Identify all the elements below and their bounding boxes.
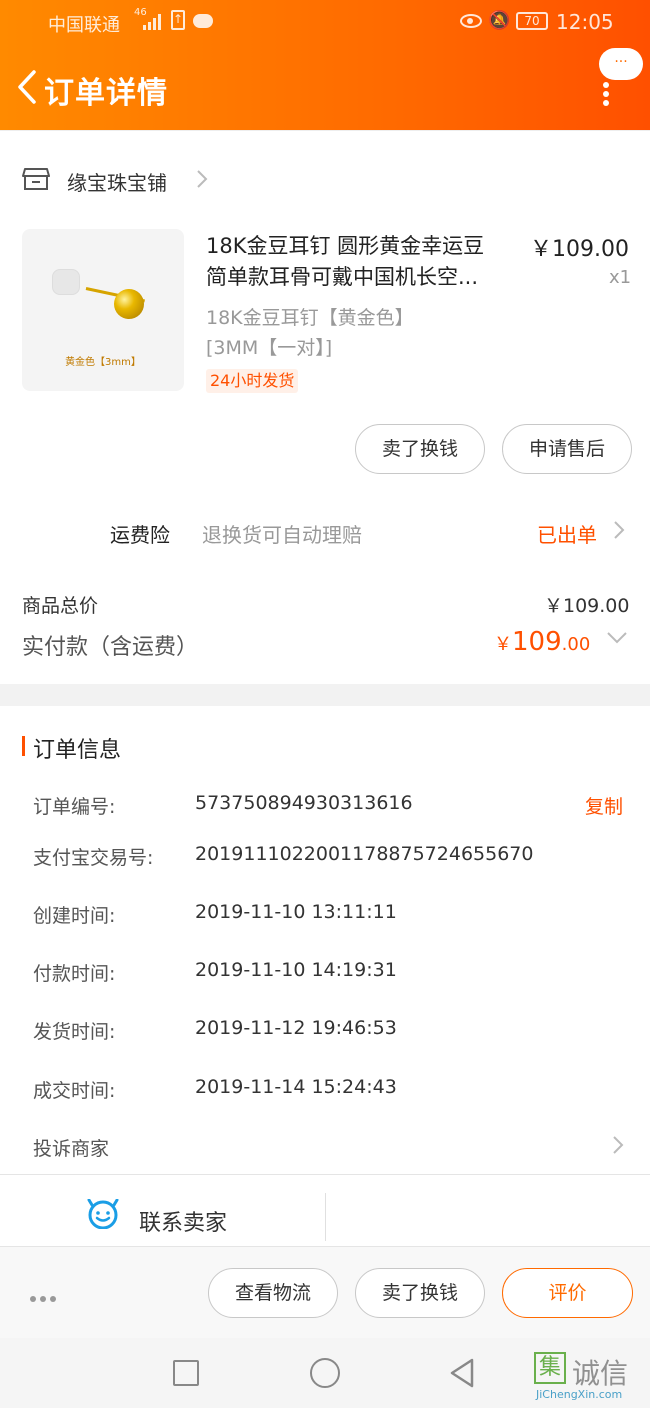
order-number-value: 573750894930313616 <box>195 792 413 814</box>
shipping-badge: 24小时发货 <box>206 369 299 393</box>
page-title: 订单详情 <box>44 76 168 111</box>
watermark-url: JiChengXin.com <box>536 1388 623 1401</box>
paid-time-value: 2019-11-10 14:19:31 <box>195 959 397 981</box>
sell-for-cash-button[interactable]: 卖了换钱 <box>355 424 485 474</box>
shipped-time-value: 2019-11-12 19:46:53 <box>195 1017 397 1039</box>
paid-amount-label: 实付款（含运费） <box>22 635 199 660</box>
header: 中国联通 46 ↑ 🔕 70 12:05 订单详情 ··· <box>0 0 650 130</box>
watermark-logo: 集 诚信 JiChengXin.com <box>534 1352 646 1404</box>
product-price: ￥109.00 <box>530 237 629 262</box>
system-nav-bar: 集 诚信 JiChengXin.com <box>0 1338 650 1408</box>
image-caption: 黄金色【3mm】 <box>65 357 141 368</box>
created-time-value: 2019-11-10 13:11:11 <box>195 901 397 923</box>
recent-apps-icon[interactable] <box>173 1360 199 1386</box>
order-item-card: 缘宝珠宝铺 黄金色【3mm】 18K金豆耳钉 圆形黄金幸运豆 简单款耳骨可戴中国… <box>0 130 650 684</box>
divider <box>325 1193 326 1241</box>
product-sku: 18K金豆耳钉【黄金色】 <box>206 307 414 329</box>
paid-decimal: .00 <box>561 634 591 655</box>
contact-row: 联系卖家 <box>0 1174 650 1246</box>
product-sku: [3MM【一对】] <box>206 337 333 359</box>
order-info-card: 订单信息 订单编号: 573750894930313616 复制 支付宝交易号:… <box>0 706 650 1174</box>
after-sale-button[interactable]: 申请售后 <box>502 424 632 474</box>
signal-icon <box>143 14 161 30</box>
view-logistics-button[interactable]: 查看物流 <box>208 1268 338 1318</box>
more-dots-icon[interactable] <box>30 1287 60 1302</box>
created-time-label: 创建时间: <box>33 905 116 927</box>
carrier-label: 中国联通 <box>48 15 120 36</box>
earring-ball-shape <box>114 289 144 319</box>
cloud-icon <box>193 14 213 28</box>
section-accent-bar <box>22 736 25 756</box>
complain-seller-link[interactable]: 投诉商家 <box>33 1134 109 1161</box>
shipping-insurance-desc: 退换货可自动理赔 <box>202 523 362 547</box>
watermark-logo-char: 集 <box>534 1352 566 1384</box>
shop-icon <box>22 168 50 190</box>
upload-icon: ↑ <box>171 10 185 30</box>
earring-back-shape <box>52 269 80 295</box>
chevron-right-icon[interactable] <box>613 519 625 541</box>
alipay-trade-value: 2019111022001178875724655670 <box>195 843 534 865</box>
product-quantity: x1 <box>609 267 632 288</box>
more-messages-button[interactable]: ··· <box>599 48 643 80</box>
goods-total-label: 商品总价 <box>22 595 99 617</box>
chevron-down-icon[interactable] <box>606 631 628 645</box>
copy-button[interactable]: 复制 <box>585 792 623 819</box>
chat-face-icon[interactable] <box>86 1199 120 1229</box>
product-title[interactable]: 18K金豆耳钉 圆形黄金幸运豆 简单款耳骨可戴中国机长空... <box>206 231 516 293</box>
contact-seller-button[interactable]: 联系卖家 <box>139 1205 227 1237</box>
product-title-line: 简单款耳骨可戴中国机长空... <box>206 265 479 289</box>
status-bar: 中国联通 46 ↑ 🔕 70 12:05 <box>0 0 650 46</box>
paid-amount-value: ￥109.00 <box>494 627 590 657</box>
shipping-insurance-label: 运费险 <box>110 523 170 547</box>
sell-for-cash-button[interactable]: 卖了换钱 <box>355 1268 485 1318</box>
back-arrow-icon[interactable] <box>16 70 38 104</box>
paid-time-label: 付款时间: <box>33 963 116 985</box>
mute-bell-icon: 🔕 <box>488 10 511 31</box>
kebab-menu-icon[interactable] <box>600 82 612 106</box>
watermark-text: 诚信 <box>572 1357 629 1390</box>
paid-integer: 109 <box>512 627 562 657</box>
goods-total-value: ￥109.00 <box>544 595 630 617</box>
alipay-trade-label: 支付宝交易号: <box>33 847 154 869</box>
shop-name[interactable]: 缘宝珠宝铺 <box>67 167 167 196</box>
chevron-right-icon[interactable] <box>196 169 208 189</box>
order-info-title: 订单信息 <box>33 738 122 763</box>
shipped-time-label: 发货时间: <box>33 1021 116 1043</box>
bottom-action-bar: 查看物流 卖了换钱 评价 <box>0 1246 650 1338</box>
nav-back-icon[interactable] <box>448 1358 476 1388</box>
clock-time: 12:05 <box>556 10 614 34</box>
chevron-right-icon[interactable] <box>612 1134 624 1156</box>
shipping-insurance-status[interactable]: 已出单 <box>537 519 597 548</box>
product-title-line: 18K金豆耳钉 圆形黄金幸运豆 <box>206 234 485 258</box>
home-icon[interactable] <box>310 1358 340 1388</box>
eye-icon <box>460 14 482 28</box>
deal-time-value: 2019-11-14 15:24:43 <box>195 1076 397 1098</box>
product-image[interactable]: 黄金色【3mm】 <box>22 229 184 391</box>
paid-currency: ￥ <box>494 634 512 655</box>
deal-time-label: 成交时间: <box>33 1080 116 1102</box>
battery-icon: 70 <box>516 12 548 30</box>
order-number-label: 订单编号: <box>33 796 116 818</box>
review-button[interactable]: 评价 <box>502 1268 633 1318</box>
